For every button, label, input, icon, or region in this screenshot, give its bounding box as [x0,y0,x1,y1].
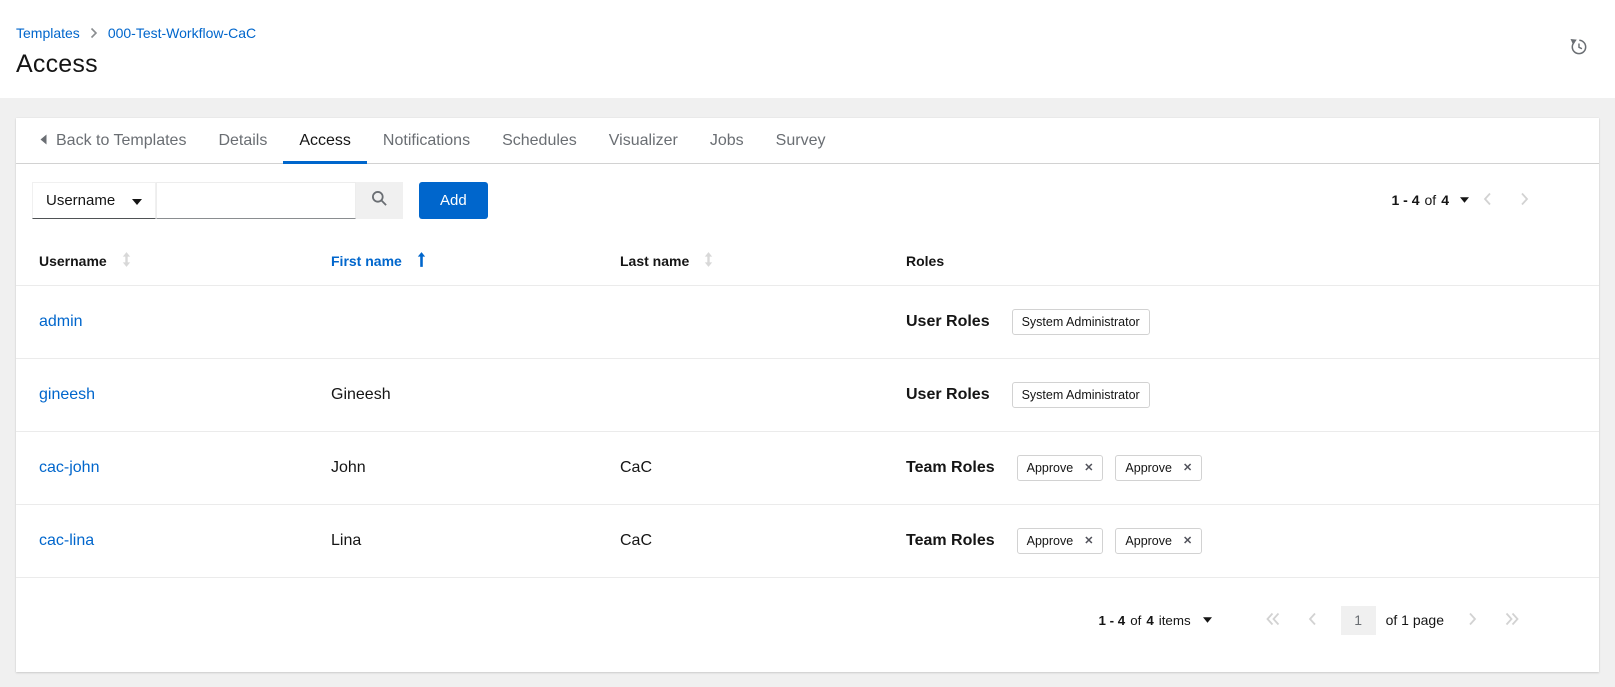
username-link[interactable]: admin [39,313,83,330]
table-row: gineesh Gineesh User Roles System Admini… [16,359,1599,432]
tab-notifications[interactable]: Notifications [367,118,486,163]
table-row: cac-lina Lina CaC Team Roles Approve ✕ A… [16,505,1599,578]
pagination-last-page-button[interactable] [1491,604,1533,637]
page-header: Templates 000-Test-Workflow-CaC Access [0,0,1615,98]
table-footer: 1 - 4 of 4 items [16,578,1599,672]
current-page-input[interactable] [1341,606,1376,635]
column-header-first-name[interactable]: First name [331,252,620,270]
table-header-row: Username First name Last name Roles [16,236,1599,286]
search-icon [371,190,388,210]
filter-key-select[interactable]: Username [32,182,156,219]
last-name-cell: CaC [620,532,906,550]
pagination-bottom-menu-toggle[interactable]: 1 - 4 of 4 items [1099,613,1212,628]
table-row: cac-john John CaC Team Roles Approve ✕ A… [16,432,1599,505]
close-icon: ✕ [1183,462,1192,474]
roles-cell: User Roles System Administrator [906,309,1599,335]
caret-down-icon [1203,617,1212,623]
table-row: admin User Roles System Administrator [16,286,1599,359]
roles-type-label: Team Roles [906,532,995,550]
close-icon: ✕ [1183,535,1192,547]
tab-bar: Back to Templates Details Access Notific… [16,118,1599,164]
tab-jobs[interactable]: Jobs [694,118,760,163]
pagination-top-prev-button[interactable] [1469,184,1506,217]
breadcrumb-link-current-template[interactable]: 000-Test-Workflow-CaC [108,25,256,41]
role-chip: Approve ✕ [1115,455,1202,481]
role-chip: Approve ✕ [1017,455,1104,481]
role-chip: System Administrator [1012,382,1150,408]
roles-type-label: User Roles [906,386,990,404]
tab-survey[interactable]: Survey [760,118,842,163]
access-panel: Back to Templates Details Access Notific… [16,118,1599,672]
pagination-top-next-button[interactable] [1506,184,1543,217]
pagination-top-menu-toggle[interactable]: 1 - 4 of 4 [1392,192,1470,208]
add-button[interactable]: Add [419,182,488,219]
role-chip: Approve ✕ [1017,528,1104,554]
chip-remove-button[interactable]: ✕ [1183,463,1192,474]
first-name-cell: Gineesh [331,386,620,404]
roles-cell: Team Roles Approve ✕ Approve ✕ [906,455,1599,481]
caret-down-icon [132,192,142,209]
column-header-username[interactable]: Username [16,252,331,270]
roles-type-label: Team Roles [906,459,995,477]
close-icon: ✕ [1084,535,1093,547]
first-name-cell: Lina [331,532,620,550]
angle-double-right-icon [1505,612,1519,629]
search-button[interactable] [356,182,403,219]
roles-type-label: User Roles [906,313,990,331]
angle-double-left-icon [1266,612,1280,629]
tab-details[interactable]: Details [202,118,283,163]
username-link[interactable]: cac-lina [39,532,94,549]
username-link[interactable]: cac-john [39,459,99,476]
sort-arrows-icon [121,252,132,270]
pagination-prev-page-button[interactable] [1294,604,1331,637]
column-header-last-name[interactable]: Last name [620,252,906,270]
roles-cell: User Roles System Administrator [906,382,1599,408]
toolbar: Username Add 1 - 4 of 4 [16,164,1599,236]
page-count-label: of 1 page [1386,612,1444,628]
sort-arrows-icon [703,252,714,270]
chip-remove-button[interactable]: ✕ [1084,463,1093,474]
pagination-next-page-button[interactable] [1454,604,1491,637]
search-input[interactable] [156,182,356,219]
tab-schedules[interactable]: Schedules [486,118,593,163]
first-name-cell: John [331,459,620,477]
caret-left-icon [40,132,47,150]
tab-back-to-templates[interactable]: Back to Templates [24,118,202,163]
pagination-first-page-button[interactable] [1252,604,1294,637]
history-button[interactable] [1566,36,1590,60]
roles-cell: Team Roles Approve ✕ Approve ✕ [906,528,1599,554]
tab-visualizer[interactable]: Visualizer [593,118,694,163]
chevron-right-icon [90,27,98,39]
chip-remove-button[interactable]: ✕ [1084,536,1093,547]
pagination-bottom: 1 - 4 of 4 items [1099,604,1533,637]
caret-down-icon [1460,197,1469,203]
history-icon [1568,36,1589,60]
angle-left-icon [1308,612,1317,629]
angle-right-icon [1468,612,1477,629]
role-chip: Approve ✕ [1115,528,1202,554]
tab-access[interactable]: Access [283,118,367,163]
chip-remove-button[interactable]: ✕ [1183,536,1192,547]
angle-left-icon [1483,192,1492,209]
column-header-roles: Roles [906,253,1599,269]
angle-right-icon [1520,192,1529,209]
role-chip: System Administrator [1012,309,1150,335]
pagination-top: 1 - 4 of 4 [1392,184,1584,217]
last-name-cell: CaC [620,459,906,477]
breadcrumb: Templates 000-Test-Workflow-CaC [16,25,1599,41]
close-icon: ✕ [1084,462,1093,474]
sort-ascending-icon [416,252,427,270]
username-link[interactable]: gineesh [39,386,95,403]
page-title: Access [16,50,1599,79]
breadcrumb-link-templates[interactable]: Templates [16,25,80,41]
